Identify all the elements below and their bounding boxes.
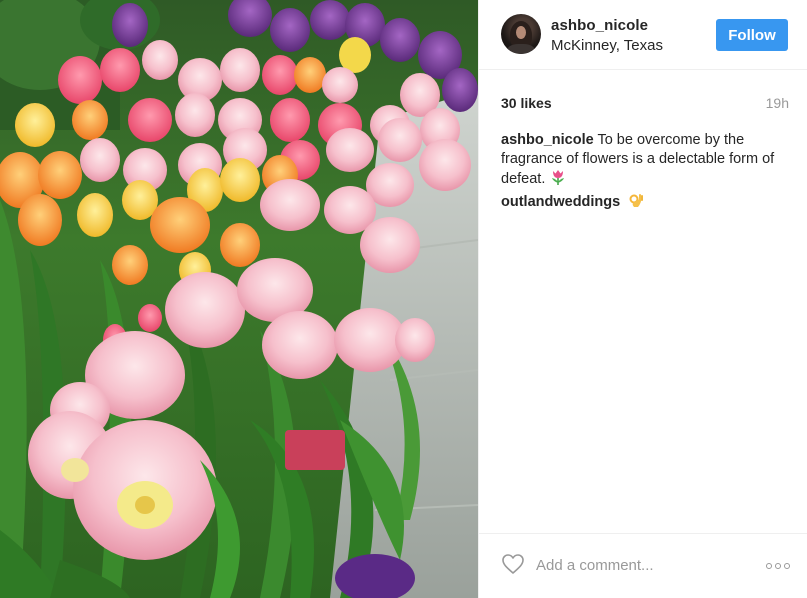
heart-outline-icon[interactable] [501, 553, 525, 575]
username-link[interactable]: ashbo_nicole [551, 17, 648, 34]
more-dot [775, 563, 781, 569]
post-header: ashbo_nicole McKinney, Texas Follow [479, 0, 807, 70]
follow-button[interactable]: Follow [716, 19, 788, 51]
avatar[interactable] [501, 14, 541, 54]
post-actions-bar [479, 533, 807, 598]
avatar-face [516, 26, 526, 39]
more-options-icon[interactable] [766, 562, 790, 570]
location-link[interactable]: McKinney, Texas [551, 37, 663, 54]
avatar-body [507, 44, 535, 54]
tulip-photo-illustration [0, 0, 478, 598]
tulip-emoji-icon [549, 168, 567, 192]
comment-author-link[interactable]: outlandweddings [501, 194, 620, 210]
more-dot [766, 563, 772, 569]
more-dot [784, 563, 790, 569]
post-caption: ashbo_nicole To be overcome by the fragr… [501, 131, 793, 192]
instagram-post: ashbo_nicole McKinney, Texas Follow 30 l… [0, 0, 807, 598]
comment-item: outlandweddings [501, 192, 645, 214]
post-details-panel: ashbo_nicole McKinney, Texas Follow 30 l… [478, 0, 807, 598]
post-photo[interactable] [0, 0, 478, 598]
add-comment-input[interactable] [536, 553, 746, 577]
caption-author-link[interactable]: ashbo_nicole [501, 132, 594, 148]
ok-hand-emoji-icon [628, 192, 645, 214]
post-timestamp[interactable]: 19h [766, 95, 789, 111]
likes-count[interactable]: 30 likes [501, 95, 552, 111]
